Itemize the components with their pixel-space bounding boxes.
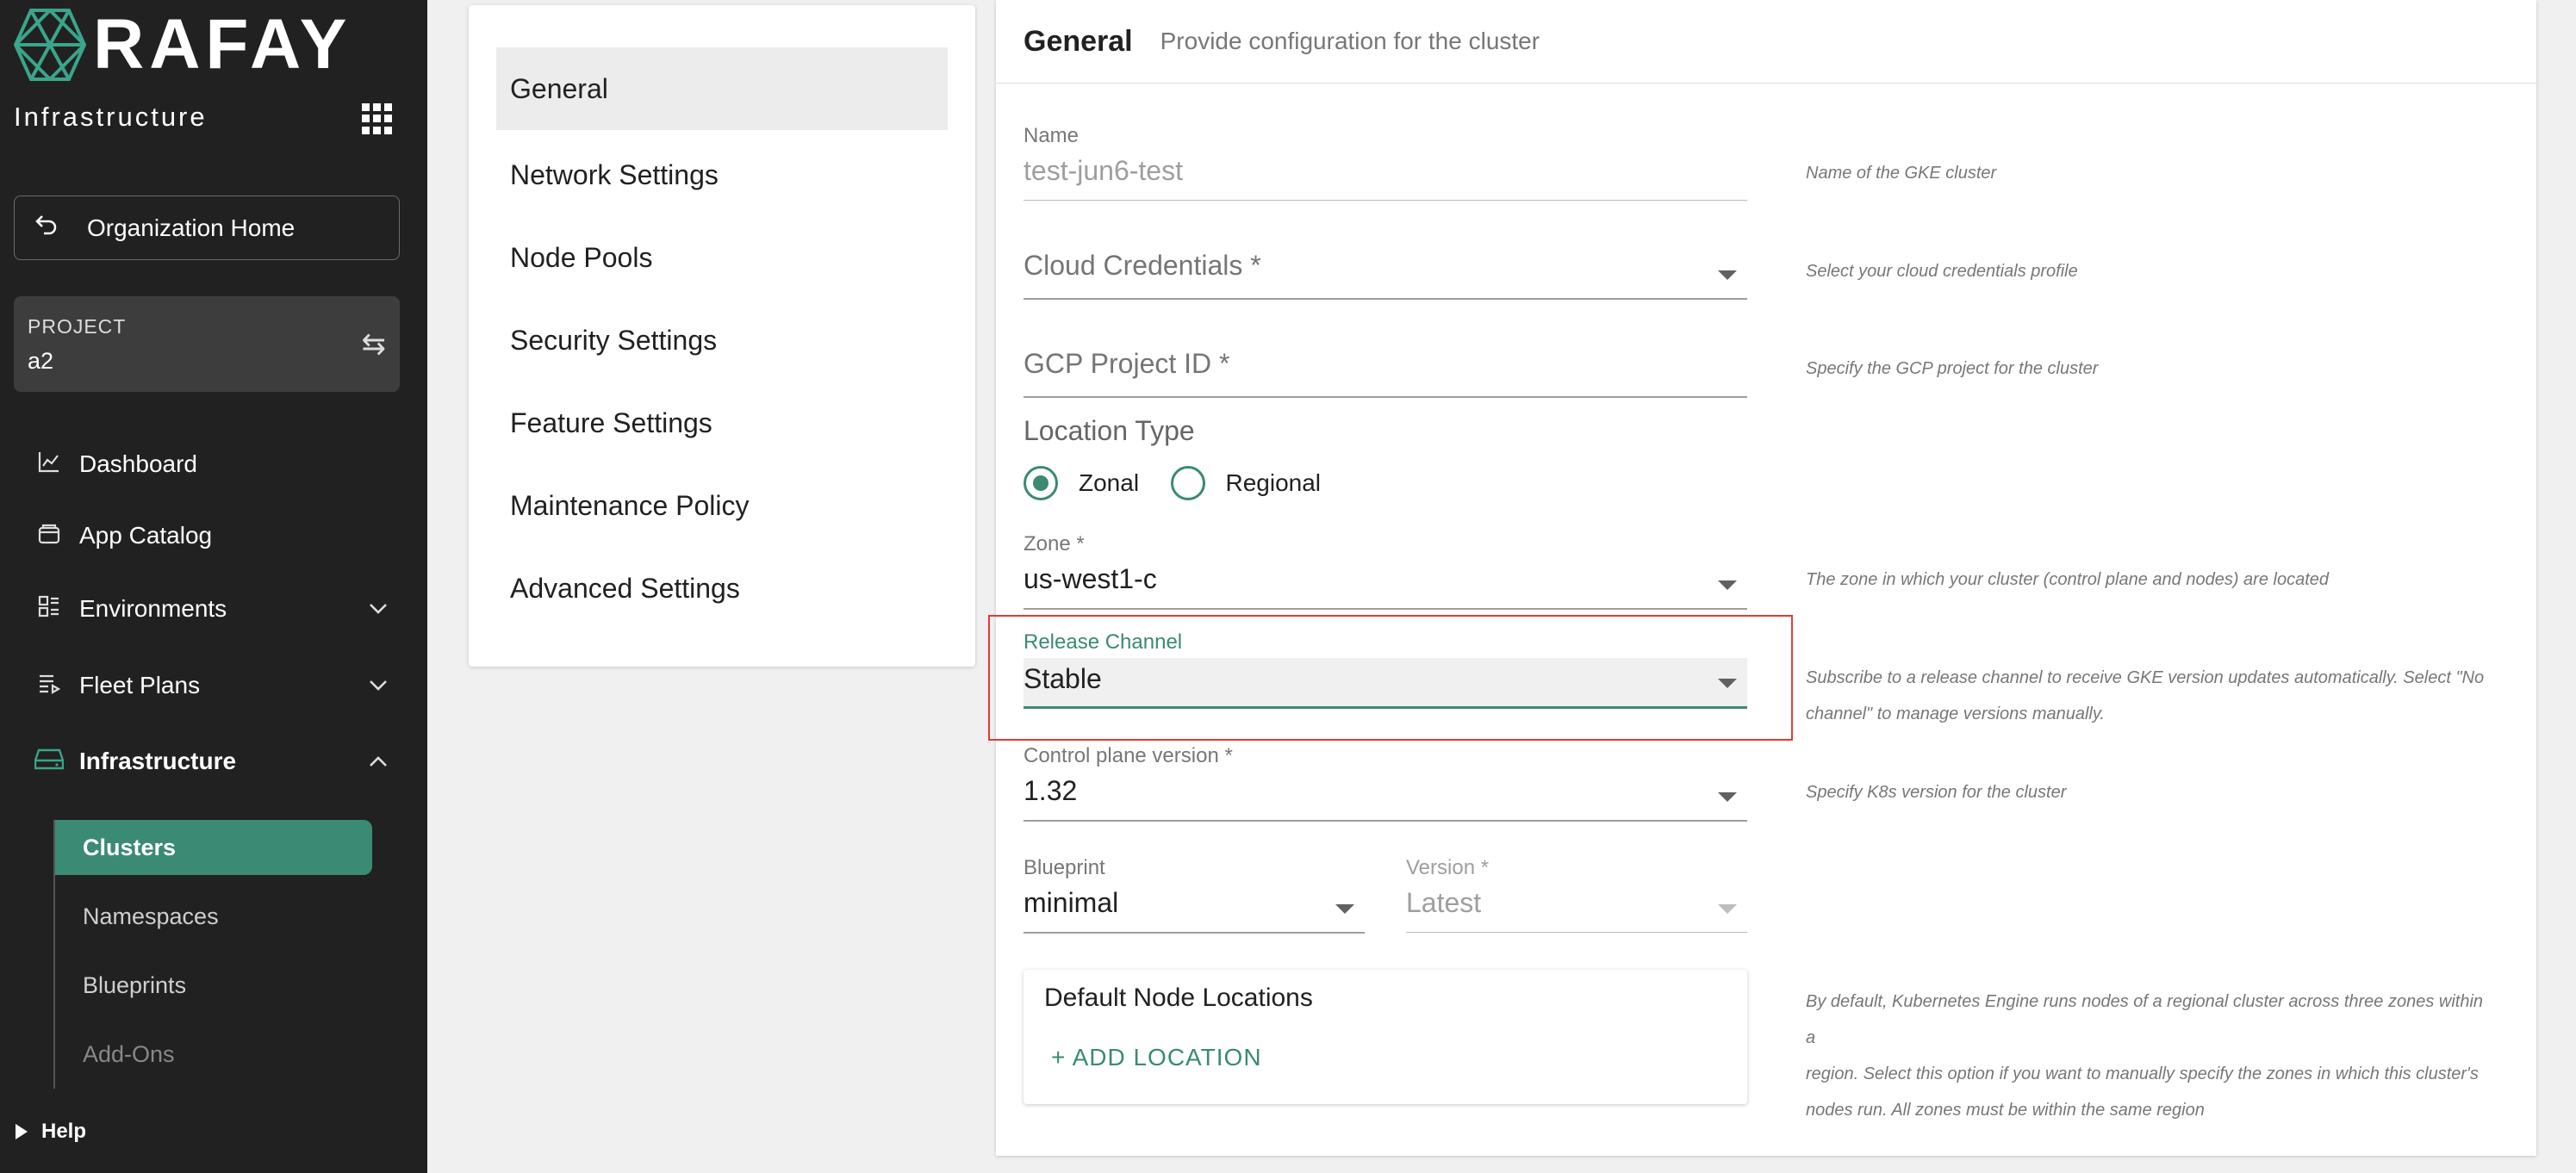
triangle-right-icon [16,1124,28,1139]
settings-network[interactable]: Network Settings [496,133,948,216]
version-value: Latest [1406,887,1482,918]
nav-fleet-plans[interactable]: Fleet Plans [34,661,396,710]
caret-down-icon [1718,679,1737,688]
node-locations-hint: By default, Kubernetes Engine runs nodes… [1806,992,2484,1120]
settings-security[interactable]: Security Settings [496,299,948,382]
location-type-group: Location Type Zonal Regional [1024,415,1747,501]
name-label: Name [1024,124,1080,147]
subnav-clusters[interactable]: Clusters [55,820,372,875]
zone-hint: The zone in which your cluster (control … [1806,570,2330,589]
version-select[interactable]: Version * Latest [1406,856,1747,935]
release-channel-select[interactable]: Release Channel Stable [1024,630,1747,710]
infrastructure-icon [34,747,65,777]
chevron-up-icon[interactable] [369,749,388,773]
subnav-namespaces[interactable]: Namespaces [55,889,372,944]
release-channel-label: Release Channel [1024,630,1183,654]
name-value: test-jun6-test [1024,155,1183,186]
radio-unchecked-icon [1170,466,1205,500]
nav-label: Fleet Plans [79,672,201,698]
blueprint-value: minimal [1024,887,1119,918]
zone-select[interactable]: Zone * us-west1-c [1024,532,1747,611]
version-label: Version * [1406,856,1490,879]
form-header: General Provide configuration for the cl… [996,0,2536,84]
release-channel-value: Stable [1024,663,1102,694]
radio-zonal-label: Zonal [1079,469,1140,496]
radio-regional-label: Regional [1225,469,1322,496]
sidebar: RAFAY Infrastructure Organization Home P… [0,0,427,1173]
settings-advanced[interactable]: Advanced Settings [496,547,948,630]
organization-home-button[interactable]: Organization Home [14,196,400,260]
zone-value: us-west1-c [1024,563,1157,594]
rafay-logo-icon [13,9,87,81]
control-plane-version-select[interactable]: Control plane version * 1.32 [1024,744,1747,823]
control-plane-hint: Specify K8s version for the cluster [1806,783,2067,802]
control-plane-value: 1.32 [1024,775,1078,806]
radio-zonal[interactable]: Zonal [1024,466,1139,500]
rafay-logo[interactable]: RAFAY [12,7,352,83]
subnav-blueprints[interactable]: Blueprints [55,958,372,1013]
blueprint-select[interactable]: Blueprint minimal [1024,856,1365,935]
product-name: Infrastructure [14,102,208,132]
name-field[interactable]: Name test-jun6-test [1024,124,1747,203]
cloud-credentials-hint: Select your cloud credentials profile [1806,262,2078,281]
organization-home-label: Organization Home [87,214,296,241]
gcp-project-id-hint: Specify the GCP project for the cluster [1806,359,2099,378]
nav-label: App Catalog [79,522,213,549]
help-label: Help [41,1120,87,1143]
nav-label: Dashboard [79,450,197,477]
settings-node-pools[interactable]: Node Pools [496,216,948,299]
project-selector[interactable]: PROJECT a2 ⇆ [14,296,400,392]
settings-general[interactable]: General [496,47,948,130]
fleet-plans-icon [34,671,64,701]
project-name: a2 [28,348,54,374]
settings-maintenance[interactable]: Maintenance Policy [496,464,948,547]
caret-down-icon [1718,270,1737,280]
node-locations-card: Default Node Locations + ADD LOCATION [1024,970,1747,1104]
nav-label: Environments [79,595,227,622]
radio-checked-icon [1024,466,1058,500]
logo-text: RAFAY [93,5,352,84]
catalog-icon [34,521,64,551]
page-title: General [1024,24,1133,58]
radio-regional[interactable]: Regional [1170,466,1322,500]
settings-feature[interactable]: Feature Settings [496,382,948,464]
environments-icon [34,594,64,624]
general-form: General Provide configuration for the cl… [988,0,2536,1156]
nav-dashboard[interactable]: Dashboard [34,440,396,488]
chevron-down-icon[interactable] [369,673,388,698]
gcp-project-id-input[interactable]: GCP Project ID * [1024,348,1747,398]
app-launcher-icon[interactable] [362,103,393,134]
chevron-down-icon[interactable] [369,597,388,621]
page-subtitle: Provide configuration for the cluster [1160,28,1540,54]
swap-icon[interactable]: ⇆ [362,327,387,362]
cloud-credentials-label: Cloud Credentials * [1024,250,1261,281]
gcp-project-id-label: GCP Project ID * [1024,348,1230,379]
control-plane-label: Control plane version * [1024,744,1233,767]
project-label: PROJECT [28,315,127,338]
caret-down-icon [1718,792,1737,802]
cloud-credentials-select[interactable]: Cloud Credentials * [1024,250,1747,300]
zone-label: Zone * [1024,532,1085,555]
chart-line-icon [34,450,64,480]
caret-down-icon [1718,904,1737,914]
location-type-label: Location Type [1024,415,1195,446]
name-hint: Name of the GKE cluster [1806,164,1997,183]
nav-environments[interactable]: Environments [34,585,396,633]
blueprint-label: Blueprint [1024,856,1105,879]
nav-label: Infrastructure [79,748,237,774]
subnav-add-ons[interactable]: Add-Ons [55,1027,372,1082]
nav-infrastructure[interactable]: Infrastructure [34,737,396,785]
add-location-button[interactable]: + ADD LOCATION [1051,1044,1262,1071]
node-locations-title: Default Node Locations [1044,984,1313,1012]
caret-down-icon [1335,904,1354,914]
caret-down-icon [1718,580,1737,590]
release-channel-hint: Subscribe to a release channel to receiv… [1806,668,2485,723]
nav-app-catalog[interactable]: App Catalog [34,512,396,560]
help-toggle[interactable]: Help [16,1120,86,1144]
back-arrow-icon [34,213,68,243]
settings-menu: General Network Settings Node Pools Secu… [469,5,975,667]
